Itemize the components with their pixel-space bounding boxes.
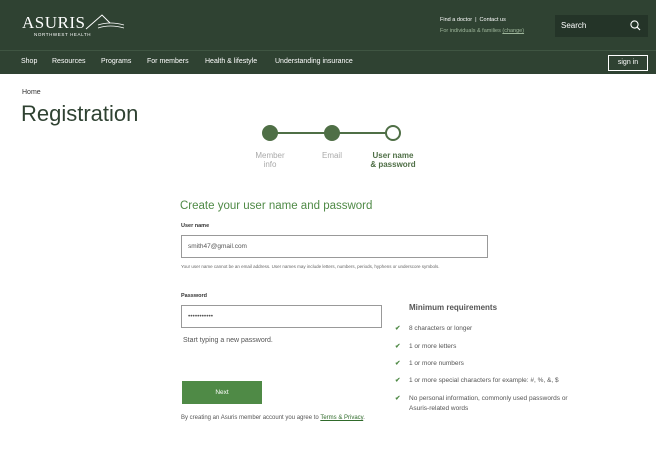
- logo-mountain-icon: [85, 14, 125, 30]
- asuris-logo[interactable]: ASURIS NORTHWEST HEALTH: [22, 13, 125, 37]
- step-label-member-info: Member info: [255, 151, 285, 169]
- step-dot-email: [324, 125, 340, 141]
- nav-item-programs[interactable]: Programs: [101, 58, 131, 65]
- requirement-text: 1 or more special characters for example…: [409, 377, 559, 384]
- requirement-text: 1 or more letters: [409, 343, 457, 350]
- terms-privacy-link[interactable]: Terms & Privacy: [320, 415, 363, 421]
- nav-item-understanding-insurance[interactable]: Understanding insurance: [275, 58, 353, 65]
- next-button[interactable]: Next: [182, 381, 262, 404]
- step-dot-username-password: [385, 125, 401, 141]
- requirement-text: 1 or more numbers: [409, 360, 464, 367]
- audience-text: For individuals & families: [440, 28, 501, 34]
- requirement-item: ✔ 8 characters or longer: [395, 324, 472, 332]
- nav-item-health-lifestyle[interactable]: Health & lifestyle: [205, 58, 257, 65]
- nav-item-shop[interactable]: Shop: [21, 58, 37, 65]
- step-label-email: Email: [321, 151, 342, 160]
- utility-links: Find a doctor | Contact us: [440, 17, 506, 23]
- username-hint: Your user name cannot be an email addres…: [181, 264, 440, 269]
- requirement-item: ✔ 1 or more special characters for exampl…: [395, 376, 559, 384]
- password-field[interactable]: •••••••••••: [181, 305, 382, 328]
- username-label: User name: [181, 223, 210, 229]
- requirement-item: ✔ No personal information, commonly used …: [395, 394, 568, 412]
- terms-prefix: By creating an Asuris member account you…: [181, 415, 321, 421]
- nav-item-for-members[interactable]: For members: [147, 58, 189, 65]
- main-nav: Shop Resources Programs For members Heal…: [0, 50, 656, 74]
- top-header: ASURIS NORTHWEST HEALTH Find a doctor | Co…: [0, 0, 656, 50]
- username-field[interactable]: smith47@gmail.com: [181, 235, 488, 258]
- password-hint: Start typing a new password.: [183, 337, 273, 344]
- search-input[interactable]: Search: [561, 21, 586, 30]
- form-title: Create your user name and password: [180, 200, 373, 212]
- check-icon: ✔: [395, 325, 401, 332]
- page-title: Registration: [21, 101, 139, 126]
- requirement-item: ✔ 1 or more numbers: [395, 359, 464, 367]
- search-icon[interactable]: [629, 19, 642, 32]
- search-box[interactable]: Search: [555, 15, 648, 37]
- link-divider: |: [475, 17, 477, 23]
- nav-item-resources[interactable]: Resources: [52, 58, 85, 65]
- change-audience-link[interactable]: (change): [502, 28, 524, 34]
- terms-suffix: .: [363, 415, 365, 421]
- requirements-title: Minimum requirements: [409, 303, 498, 312]
- breadcrumb-home[interactable]: Home: [22, 89, 41, 96]
- requirement-text: 8 characters or longer: [409, 325, 473, 332]
- password-label: Password: [181, 293, 207, 299]
- step-dot-member-info: [262, 125, 278, 141]
- logo-wordmark: ASURIS: [22, 13, 86, 32]
- find-doctor-link[interactable]: Find a doctor: [440, 17, 472, 23]
- contact-us-link[interactable]: Contact us: [480, 17, 506, 23]
- check-icon: ✔: [395, 377, 401, 384]
- check-icon: ✔: [395, 343, 401, 350]
- sign-in-button[interactable]: sign in: [608, 55, 648, 71]
- step-connector: [270, 132, 330, 134]
- step-label-username-password: User name & password: [370, 151, 416, 169]
- check-icon: ✔: [395, 395, 401, 402]
- audience-selector: For individuals & families (change): [440, 28, 524, 34]
- step-connector: [332, 132, 390, 134]
- requirement-text: No personal information, commonly used p…: [409, 395, 568, 412]
- registration-stepper: Member info Email User name & password: [240, 120, 440, 180]
- check-icon: ✔: [395, 360, 401, 367]
- logo-subtitle: NORTHWEST HEALTH: [34, 32, 92, 37]
- requirement-item: ✔ 1 or more letters: [395, 342, 456, 350]
- terms-notice: By creating an Asuris member account you…: [181, 414, 381, 422]
